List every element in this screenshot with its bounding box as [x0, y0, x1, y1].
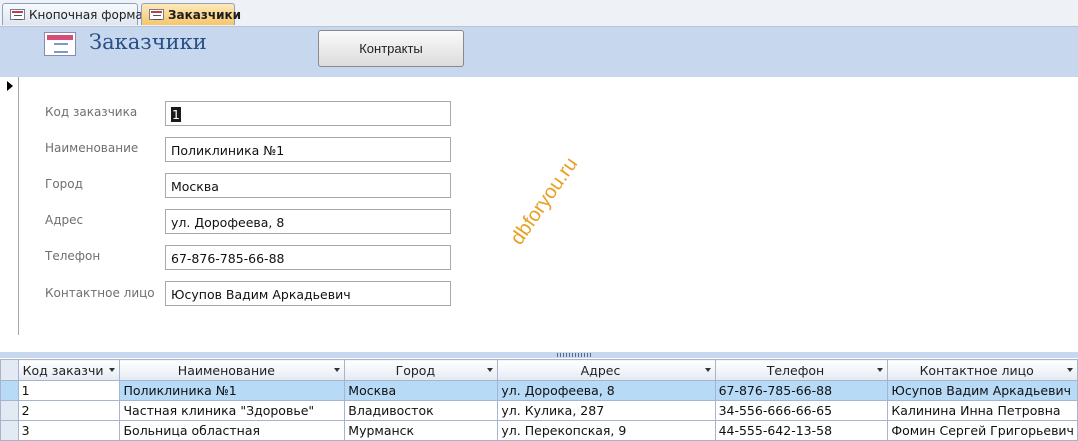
column-header-id[interactable]: Код заказчи [17, 359, 121, 381]
select-all-cell[interactable] [0, 359, 19, 381]
table-row[interactable]: 3 Больница областная Мурманск ул. Переко… [0, 420, 1078, 441]
datasheet: Код заказчи Наименование Город Адрес Тел… [0, 359, 1078, 441]
address-label: Адрес [45, 213, 84, 227]
table-cell[interactable]: Фомин Сергей Григорьевич [887, 420, 1078, 441]
table-cell[interactable]: Владивосток [344, 400, 499, 421]
dropdown-arrow-icon[interactable] [334, 368, 341, 372]
column-header-name[interactable]: Наименование [119, 359, 346, 381]
name-field[interactable]: Поликлиника №1 [165, 137, 451, 162]
customer-id-label: Код заказчика [45, 105, 138, 119]
dropdown-arrow-icon[interactable] [487, 368, 494, 372]
table-cell[interactable]: 2 [17, 400, 121, 421]
contact-person-field[interactable]: Юсупов Вадим Аркадьевич [165, 281, 451, 306]
address-field[interactable]: ул. Дорофеева, 8 [165, 209, 451, 234]
row-selector[interactable] [0, 400, 19, 421]
form-icon [10, 9, 25, 20]
city-label: Город [45, 177, 83, 191]
form-header: Заказчики Контракты [0, 27, 1078, 77]
dropdown-arrow-icon[interactable] [1067, 368, 1073, 372]
table-cell[interactable]: Мурманск [344, 420, 499, 441]
dropdown-arrow-icon[interactable] [109, 368, 116, 372]
table-cell[interactable]: 67-876-785-66-88 [714, 380, 889, 401]
watermark: dbforyou.ru [506, 153, 583, 249]
tab-customers[interactable]: Заказчики [141, 3, 241, 25]
document-tab-bar: Кнопочная форма Заказчики [0, 0, 1078, 27]
split-form-splitter[interactable] [0, 352, 1078, 358]
tab-switchboard[interactable]: Кнопочная форма [2, 3, 143, 25]
row-selector[interactable] [0, 420, 19, 441]
form-icon [149, 9, 164, 20]
tab-label: Кнопочная форма [29, 8, 143, 22]
table-cell[interactable]: Больница областная [119, 420, 346, 441]
customer-id-field[interactable]: 1 [165, 101, 451, 126]
table-cell[interactable]: Калинина Инна Петровна [887, 400, 1078, 421]
table-cell[interactable]: Москва [344, 380, 499, 401]
table-cell[interactable]: ул. Кулика, 287 [497, 400, 716, 421]
form-icon [44, 32, 76, 56]
current-record-arrow-icon [7, 81, 13, 91]
table-row[interactable]: 1 Поликлиника №1 Москва ул. Дорофеева, 8… [0, 380, 1078, 401]
table-cell[interactable]: ул. Перекопская, 9 [497, 420, 716, 441]
phone-field[interactable]: 67-876-785-66-88 [165, 245, 451, 270]
table-cell[interactable]: Частная клиника "Здоровье" [119, 400, 346, 421]
name-label: Наименование [45, 141, 139, 155]
table-cell[interactable]: 34-556-666-66-65 [714, 400, 889, 421]
column-header-contact[interactable]: Контактное лицо [887, 359, 1078, 381]
row-selector[interactable] [0, 380, 19, 401]
datasheet-header-row: Код заказчи Наименование Город Адрес Тел… [0, 359, 1078, 381]
table-cell[interactable]: 3 [17, 420, 121, 441]
column-header-phone[interactable]: Телефон [714, 359, 889, 381]
dropdown-arrow-icon[interactable] [877, 368, 884, 372]
contact-person-label: Контактное лицо [45, 286, 155, 300]
table-cell[interactable]: Юсупов Вадим Аркадьевич [887, 380, 1078, 401]
table-cell[interactable]: ул. Дорофеева, 8 [497, 380, 716, 401]
tab-label: Заказчики [168, 8, 242, 22]
contracts-button[interactable]: Контракты [318, 30, 464, 67]
table-cell[interactable]: Поликлиника №1 [119, 380, 346, 401]
table-row[interactable]: 2 Частная клиника "Здоровье" Владивосток… [0, 400, 1078, 421]
phone-label: Телефон [45, 249, 101, 263]
column-header-city[interactable]: Город [344, 359, 499, 381]
form-title: Заказчики [89, 30, 207, 54]
table-cell[interactable]: 1 [17, 380, 121, 401]
splitter-grip-icon [557, 353, 593, 357]
city-field[interactable]: Москва [165, 173, 451, 198]
record-selector[interactable] [0, 77, 19, 335]
column-header-address[interactable]: Адрес [497, 359, 716, 381]
dropdown-arrow-icon[interactable] [704, 368, 711, 372]
table-cell[interactable]: 44-555-642-13-58 [714, 420, 889, 441]
